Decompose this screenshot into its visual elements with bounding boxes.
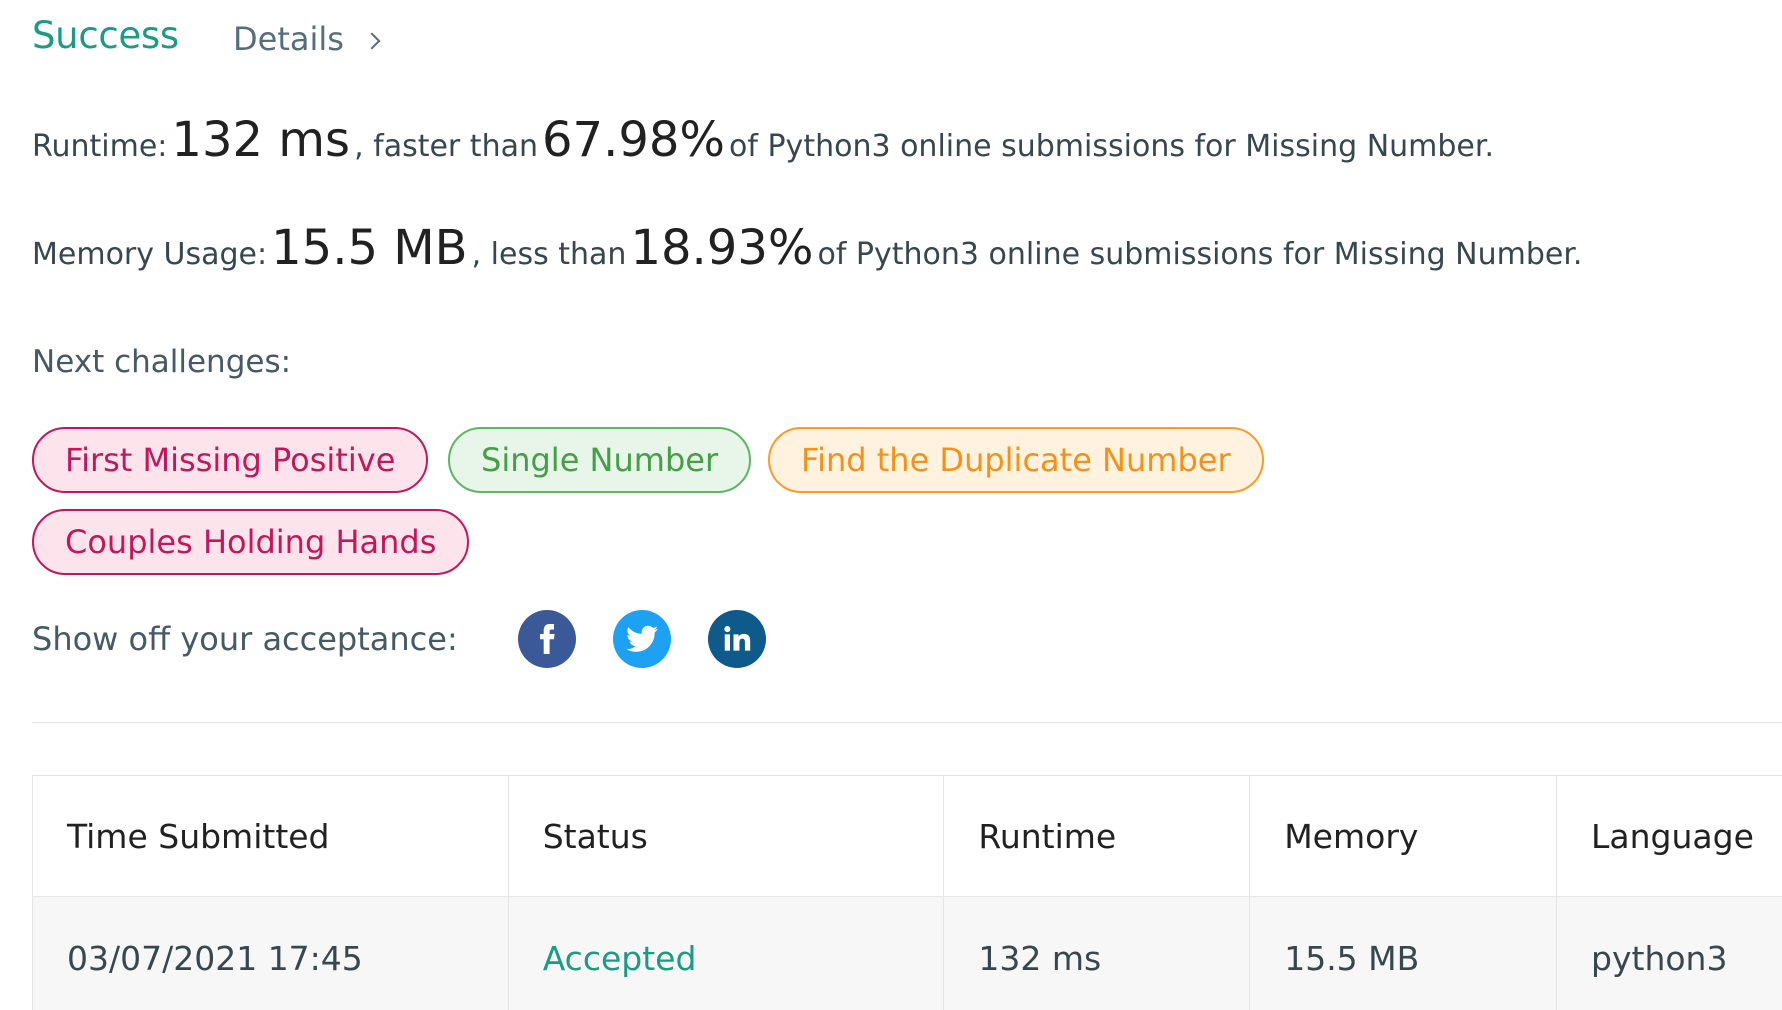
runtime-label: Runtime:: [32, 129, 168, 164]
linkedin-share-button[interactable]: [708, 610, 766, 668]
memory-suffix: of Python3 online submissions for Missin…: [817, 237, 1583, 272]
runtime-value: 132 ms: [171, 112, 351, 168]
submissions-table: Time Submitted Status Runtime Memory Lan…: [32, 775, 1782, 1010]
challenge-chip[interactable]: First Missing Positive: [32, 427, 429, 493]
memory-label: Memory Usage:: [32, 237, 268, 272]
runtime-comparison: , faster than: [354, 129, 538, 164]
details-label: Details: [233, 20, 344, 58]
share-label: Show off your acceptance:: [32, 620, 458, 658]
details-link[interactable]: Details: [233, 20, 381, 58]
runtime-suffix: of Python3 online submissions for Missin…: [729, 129, 1494, 164]
cell-status-link[interactable]: Accepted: [507, 896, 945, 1010]
facebook-icon: [540, 624, 555, 654]
memory-value: 15.5 MB: [271, 220, 468, 276]
challenge-chip[interactable]: Find the Duplicate Number: [768, 427, 1264, 493]
next-challenges-label: Next challenges:: [32, 344, 292, 380]
challenge-chip[interactable]: Single Number: [448, 427, 752, 493]
status-title: Success: [32, 14, 179, 57]
table-row[interactable]: 03/07/2021 17:45 Accepted 132 ms 15.5 MB…: [32, 896, 1782, 1010]
column-header-status[interactable]: Status: [507, 775, 945, 897]
section-divider: [32, 722, 1782, 723]
runtime-percent: 67.98%: [541, 112, 726, 168]
twitter-share-button[interactable]: [613, 610, 671, 668]
memory-stat: Memory Usage: 15.5 MB , less than 18.93%…: [32, 220, 1582, 276]
column-header-time[interactable]: Time Submitted: [32, 775, 509, 897]
challenge-chip[interactable]: Couples Holding Hands: [32, 509, 470, 575]
chevron-right-icon: [363, 32, 381, 50]
column-header-runtime[interactable]: Runtime: [943, 775, 1251, 897]
column-header-memory[interactable]: Memory: [1249, 775, 1558, 897]
table-header-row: Time Submitted Status Runtime Memory Lan…: [32, 775, 1782, 897]
memory-percent: 18.93%: [630, 220, 814, 276]
facebook-share-button[interactable]: [518, 610, 576, 668]
cell-language: python3: [1556, 896, 1782, 1010]
runtime-stat: Runtime: 132 ms , faster than 67.98% of …: [32, 112, 1494, 168]
cell-memory: 15.5 MB: [1249, 896, 1558, 1010]
cell-time-submitted: 03/07/2021 17:45: [32, 896, 509, 1010]
memory-comparison: , less than: [471, 237, 627, 272]
cell-runtime: 132 ms: [943, 896, 1251, 1010]
twitter-icon: [626, 625, 658, 652]
column-header-language[interactable]: Language: [1556, 775, 1782, 897]
linkedin-icon: [724, 626, 751, 651]
